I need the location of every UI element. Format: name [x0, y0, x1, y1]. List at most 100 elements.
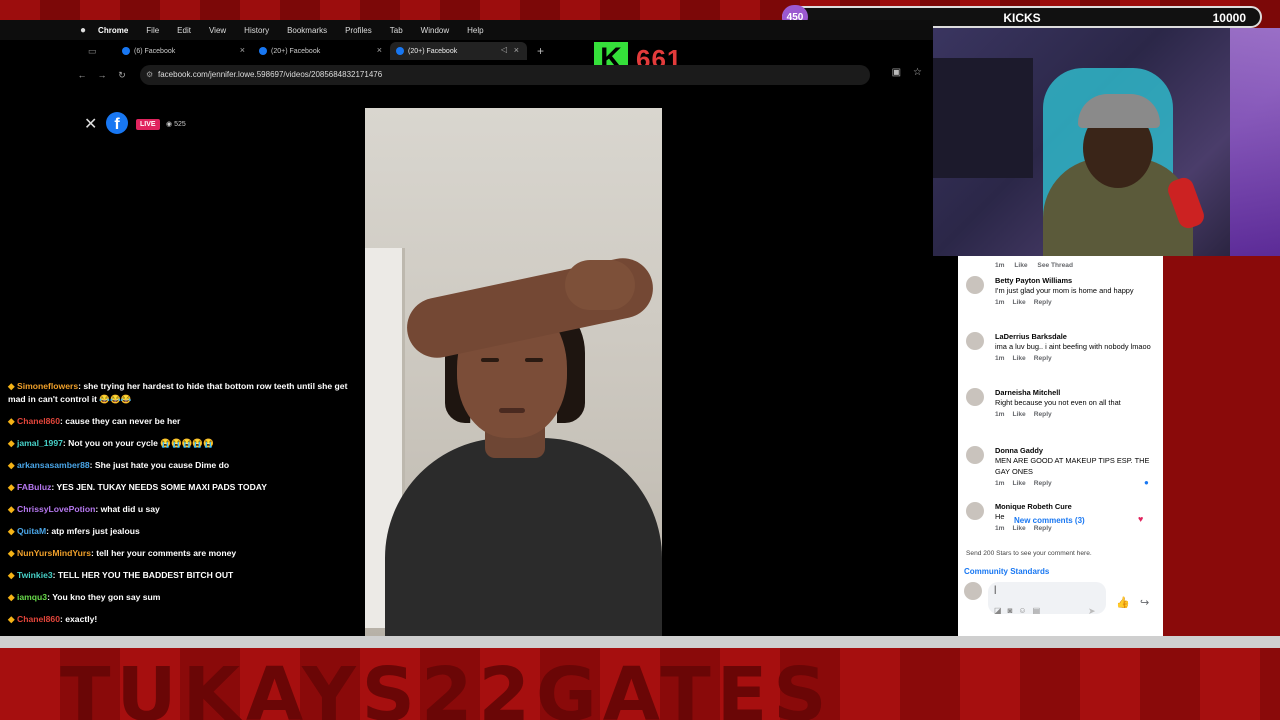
chat-text: She just hate you cause Dime do	[94, 460, 230, 470]
comment-item: Betty Payton Williams I'm just glad your…	[966, 276, 1158, 306]
avatar[interactable]	[966, 502, 984, 520]
chat-text: exactly!	[65, 614, 98, 624]
url-field[interactable]: ⚙ facebook.com/jennifer.lowe.598697/vide…	[140, 65, 870, 85]
bookmark-star-icon[interactable]: ☆	[913, 67, 922, 78]
menu-bookmarks[interactable]: Bookmarks	[287, 26, 327, 35]
gif-icon[interactable]: ▤	[1033, 606, 1041, 615]
tab-facebook-2[interactable]: (20+) Facebook ×	[253, 42, 390, 60]
close-icon[interactable]: ×	[514, 45, 519, 55]
tab-title: (6) Facebook	[134, 47, 176, 55]
chat-badge-icon: ◆	[8, 504, 17, 514]
chat-badge-icon: ◆	[8, 526, 17, 536]
tab-title: (20+) Facebook	[271, 47, 321, 55]
live-badge: LIVE	[136, 119, 160, 130]
close-icon[interactable]: ×	[377, 45, 382, 55]
chat-text: YES JEN. TUKAY NEEDS SOME MAXI PADS TODA…	[56, 482, 267, 492]
chat-message: ◆ iamqu3: You kno they gon say sum	[8, 591, 353, 604]
chat-badge-icon: ◆	[8, 416, 17, 426]
bottom-banner: TUKAYS22GATES	[0, 648, 1280, 720]
menu-history[interactable]: History	[244, 26, 269, 35]
sticker-icon[interactable]: ◪	[994, 606, 1002, 615]
back-icon[interactable]: ←	[72, 70, 92, 80]
new-tab-icon[interactable]: +	[537, 44, 544, 58]
streamer-webcam	[933, 28, 1280, 256]
tab-facebook-1[interactable]: (6) Facebook ×	[116, 42, 253, 60]
facebook-favicon-icon	[259, 47, 267, 55]
facebook-favicon-icon	[122, 47, 130, 55]
comment-author[interactable]: Monique Robeth Cure	[995, 502, 1158, 511]
chat-username[interactable]: jamal_1997	[17, 438, 63, 448]
kicks-goal: 10000	[1212, 11, 1246, 25]
cast-icon[interactable]: ▣	[892, 67, 901, 78]
forward-icon[interactable]: →	[92, 70, 112, 80]
like-reaction-icon: ●	[1144, 478, 1149, 487]
avatar[interactable]	[966, 332, 984, 350]
tab-workspace[interactable]: ▭	[72, 42, 116, 60]
chat-username[interactable]: Chanel860	[17, 614, 60, 624]
menu-tab[interactable]: Tab	[390, 26, 403, 35]
chat-username[interactable]: FABuluz	[17, 482, 51, 492]
comment-author[interactable]: Darneisha Mitchell	[995, 388, 1158, 397]
new-comments-button[interactable]: New comments (3)	[1014, 516, 1085, 525]
chat-username[interactable]: NunYursMindYurs	[17, 548, 91, 558]
chat-badge-icon: ◆	[8, 570, 17, 580]
light-shape	[1230, 28, 1280, 256]
comment-item: Donna Gaddy MEN ARE GOOD AT MAKEUP TIPS …	[966, 446, 1158, 487]
chat-text: tell her your comments are money	[96, 548, 237, 558]
comment-text: ima a luv bug.. i aint beefing with nobo…	[995, 342, 1151, 351]
send-icon[interactable]: ➤	[1088, 606, 1096, 617]
chat-text: cause they can never be her	[65, 416, 181, 426]
comment-author[interactable]: Donna Gaddy	[995, 446, 1158, 455]
viewer-count: ◉ 525	[166, 121, 186, 128]
emoji-icon[interactable]: ☺	[1018, 606, 1026, 615]
heart-reaction-icon: ♥	[1138, 514, 1144, 524]
live-video[interactable]	[365, 108, 662, 636]
menu-edit[interactable]: Edit	[177, 26, 191, 35]
chat-badge-icon: ◆	[8, 460, 17, 470]
chat-username[interactable]: QuitaM	[17, 526, 46, 536]
chat-message: ◆ FABuluz: YES JEN. TUKAY NEEDS SOME MAX…	[8, 481, 353, 494]
chat-username[interactable]: Simoneflowers	[17, 381, 78, 391]
reload-icon[interactable]: ↻	[112, 70, 132, 81]
chat-username[interactable]: Twinkie3	[17, 570, 53, 580]
facebook-favicon-icon	[396, 47, 404, 55]
chat-badge-icon: ◆	[8, 592, 17, 602]
community-standards-link[interactable]: Community Standards	[964, 567, 1049, 576]
tab-facebook-3[interactable]: (20+) Facebook ◁ ×	[390, 42, 527, 60]
chat-message: ◆ NunYursMindYurs: tell her your comment…	[8, 547, 353, 560]
comment-author[interactable]: LaDerrius Barksdale	[995, 332, 1158, 341]
stars-prompt: Send 200 Stars to see your comment here.	[966, 550, 1092, 557]
menu-help[interactable]: Help	[467, 26, 483, 35]
facebook-logo[interactable]: f	[106, 112, 128, 134]
avatar[interactable]	[966, 276, 984, 294]
bottom-banner-text: TUKAYS22GATES	[60, 652, 833, 720]
eye-icon: ◉	[166, 121, 175, 128]
speaker-icon[interactable]: ◁	[501, 45, 507, 54]
comment-text: MEN ARE GOOD AT MAKEUP TIPS ESP. THE GAY…	[995, 456, 1150, 476]
close-icon[interactable]: ×	[240, 45, 245, 55]
chat-badge-icon: ◆	[8, 381, 17, 391]
chat-username[interactable]: Chanel860	[17, 416, 60, 426]
close-icon[interactable]: ✕	[84, 114, 97, 134]
chat-message: ◆ jamal_1997: Not you on your cycle 😭😭😭😭…	[8, 437, 353, 450]
menu-file[interactable]: File	[146, 26, 159, 35]
avatar[interactable]	[966, 446, 984, 464]
share-icon[interactable]: ↪	[1140, 596, 1149, 609]
chat-badge-icon: ◆	[8, 482, 17, 492]
thumbs-up-icon[interactable]: 👍	[1116, 596, 1130, 609]
chat-username[interactable]: iamqu3	[17, 592, 47, 602]
chat-message: ◆ QuitaM: atp mfers just jealous	[8, 525, 353, 538]
apple-icon[interactable]: ●	[80, 25, 86, 36]
avatar[interactable]	[966, 388, 984, 406]
menu-window[interactable]: Window	[421, 26, 449, 35]
menu-app-name[interactable]: Chrome	[98, 26, 128, 35]
menu-view[interactable]: View	[209, 26, 226, 35]
comment-text: I'm just glad your mom is home and happy	[995, 286, 1134, 295]
chat-username[interactable]: ChrissyLovePotion	[17, 504, 95, 514]
eye-shape	[481, 358, 499, 362]
comment-author[interactable]: Betty Payton Williams	[995, 276, 1158, 285]
chat-username[interactable]: arkansasamber88	[17, 460, 90, 470]
site-settings-icon[interactable]: ⚙	[146, 65, 153, 85]
menu-profiles[interactable]: Profiles	[345, 26, 372, 35]
camera-icon[interactable]: ◙	[1008, 606, 1013, 615]
